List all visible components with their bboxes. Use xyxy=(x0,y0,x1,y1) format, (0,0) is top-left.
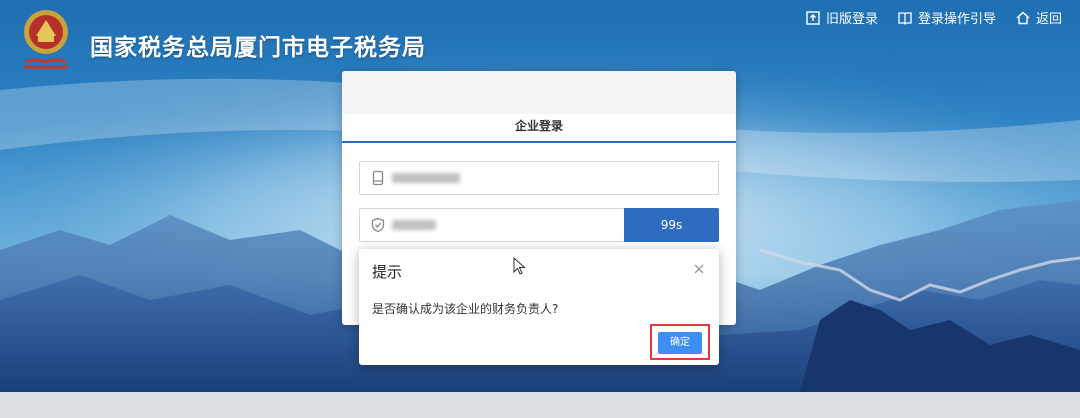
dialog-message: 是否确认成为该企业的财务负责人? xyxy=(372,302,559,316)
confirm-button[interactable]: 确定 xyxy=(658,332,702,354)
confirm-dialog: 提示 是否确认成为该企业的财务负责人? 确定 xyxy=(359,249,719,365)
close-icon[interactable] xyxy=(692,262,706,276)
dialog-title: 提示 xyxy=(372,263,403,281)
confirm-highlight-box: 确定 xyxy=(650,324,710,360)
mouse-cursor-icon xyxy=(513,257,526,275)
footer-strip xyxy=(0,392,1080,418)
